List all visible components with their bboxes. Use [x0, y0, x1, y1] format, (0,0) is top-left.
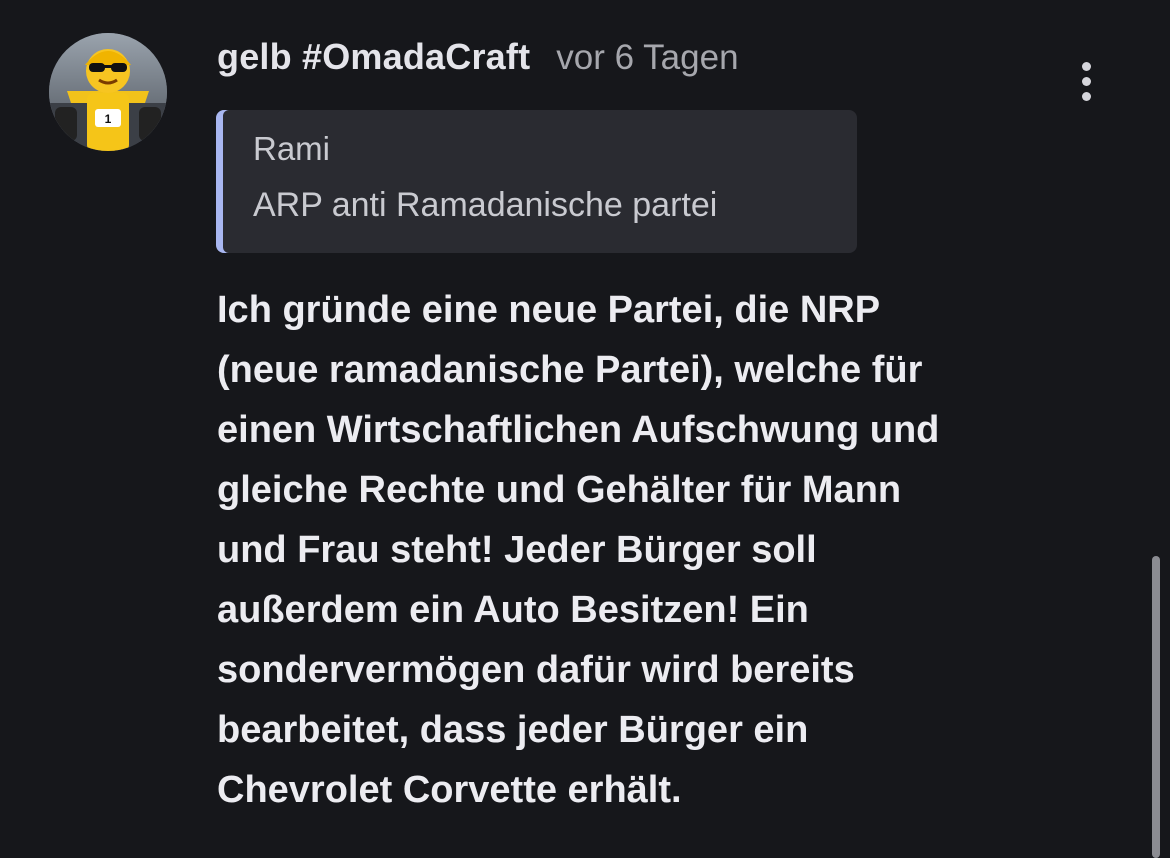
comment-timestamp: vor 6 Tagen [556, 38, 739, 77]
more-vertical-icon [1081, 61, 1091, 71]
comment-author[interactable]: gelb #OmadaCraft [217, 36, 530, 78]
comment-body-line: sondervermögen dafür wird bereits [217, 649, 855, 691]
comment-body-line: und Frau steht! Jeder Bürger soll [217, 529, 817, 571]
comment-body-line: gleiche Rechte und Gehälter für Mann [217, 469, 902, 511]
comment-body-line: außerdem ein Auto Besitzen! Ein [217, 589, 809, 631]
scrollbar-thumb[interactable] [1152, 556, 1160, 858]
quote-author: Rami [253, 130, 331, 167]
quote-text: ARP anti Ramadanische partei [253, 186, 718, 224]
comment-body: Ich gründe eine neue Partei, die NRP (ne… [217, 280, 939, 820]
racing-car-emoji-avatar-icon: 1 [49, 33, 167, 151]
quote-accent-bar [216, 110, 229, 253]
more-options-button[interactable] [1066, 56, 1106, 106]
more-vertical-icon-dot [1081, 76, 1091, 86]
user-avatar[interactable]: 1 [49, 33, 167, 151]
comment-body-line: (neue ramadanische Partei), welche für [217, 349, 923, 391]
comment-body-line: Chevrolet Corvette erhält. [217, 769, 682, 811]
comment-body-line: einen Wirtschaftlichen Aufschwung und [217, 409, 940, 451]
more-vertical-icon-dot [1081, 91, 1091, 101]
quoted-reply[interactable]: Rami ARP anti Ramadanische partei [216, 110, 857, 253]
svg-text:1: 1 [105, 112, 112, 126]
comment-body-line: bearbeitet, dass jeder Bürger ein [217, 709, 809, 751]
comment-body-line: Ich gründe eine neue Partei, die NRP [217, 289, 881, 331]
comment-header: gelb #OmadaCraft vor 6 Tagen [217, 36, 739, 82]
